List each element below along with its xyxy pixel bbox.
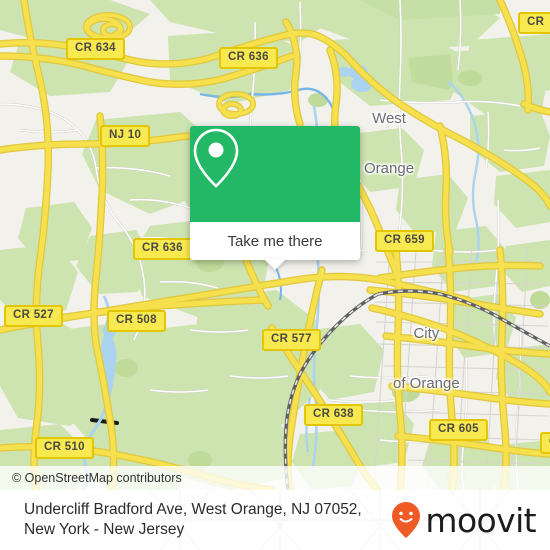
address-line-1: Undercliff Bradford Ave, West Orange, NJ…: [24, 500, 362, 518]
map-screenshot: CR 634 CR 636 CR NJ 10 CR 636 CR 659 CR …: [0, 0, 550, 550]
road-shield: CR 510: [35, 437, 94, 460]
road-shield: CR 577: [262, 329, 321, 352]
road-shield: CR: [518, 12, 550, 35]
location-address: Undercliff Bradford Ave, West Orange, NJ…: [0, 500, 362, 541]
take-me-there-label: Take me there: [227, 232, 323, 250]
callout-action[interactable]: Take me there: [190, 222, 360, 260]
callout-header: [190, 126, 360, 222]
road-shield: CR 659: [375, 230, 434, 253]
place-label-line: City: [413, 324, 440, 342]
place-label-west-orange: West Orange: [364, 77, 414, 211]
map-pin-icon: [193, 128, 239, 188]
moovit-wordmark: moovit: [425, 500, 536, 540]
road-shield: CR 636: [219, 47, 278, 70]
road-shield: CR 638: [304, 404, 363, 427]
location-callout-card[interactable]: Take me there: [190, 126, 360, 260]
moovit-brand[interactable]: moovit: [391, 500, 537, 540]
address-line-2: New York - New Jersey: [24, 521, 185, 538]
attribution-text[interactable]: © OpenStreetMap contributors: [0, 471, 182, 485]
road-shield: CR 634: [66, 38, 125, 61]
road-shield: CR 508: [107, 310, 166, 333]
map-canvas[interactable]: CR 634 CR 636 CR NJ 10 CR 636 CR 659 CR …: [0, 0, 550, 490]
moovit-pin-icon: [392, 502, 421, 538]
place-label-line: West: [372, 109, 406, 127]
road-shield: CR 636: [133, 238, 192, 261]
road-shield: NJ 10: [100, 125, 151, 148]
callout-pointer: [264, 259, 286, 270]
place-label-line: of Orange: [393, 374, 460, 392]
footer-bar: Undercliff Bradford Ave, West Orange, NJ…: [0, 490, 550, 550]
map-attribution-bar: © OpenStreetMap contributors: [0, 466, 550, 490]
road-shield: CR 527: [4, 305, 63, 328]
place-label-line: Orange: [364, 159, 415, 177]
road-shield: G: [540, 432, 550, 455]
place-label-city-of-orange: City of Orange: [393, 292, 460, 426]
